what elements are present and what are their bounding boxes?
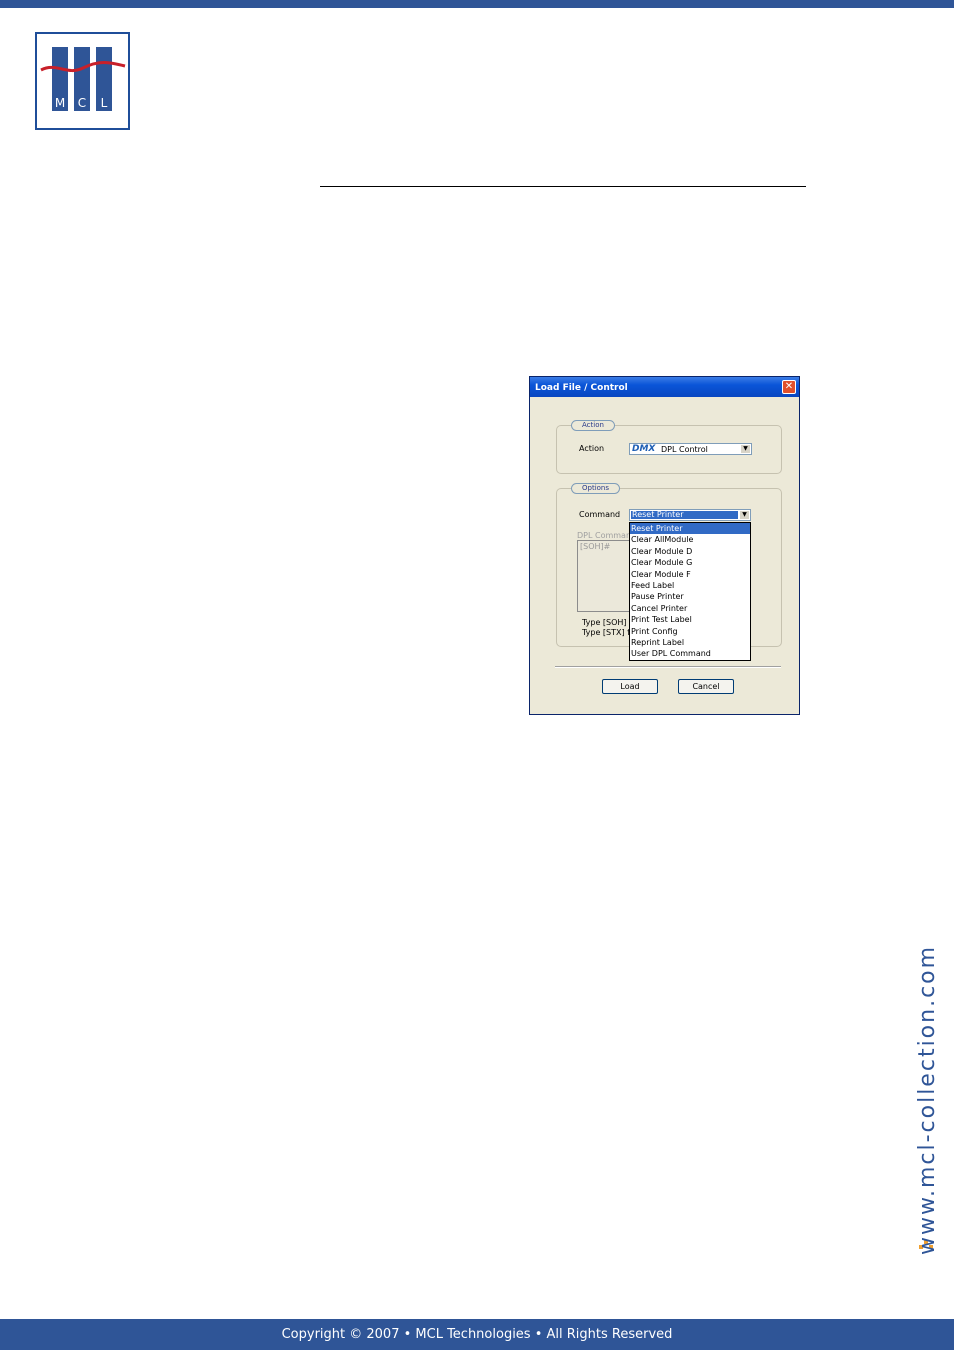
chevron-down-icon[interactable]: ▼ (741, 445, 750, 453)
dropdown-item[interactable]: Print Config (630, 626, 750, 637)
dropdown-item[interactable]: Feed Label (630, 580, 750, 591)
action-group-legend: Action (571, 420, 615, 431)
chevron-down-icon[interactable]: ▼ (740, 511, 749, 519)
mcl-logo: M C L TECHNOLOGIES (35, 32, 130, 130)
load-file-control-dialog: Load File / Control ✕ Action Action DMX … (529, 376, 800, 715)
svg-text:M: M (55, 96, 65, 110)
cancel-button[interactable]: Cancel (678, 679, 734, 694)
header-rule (320, 186, 806, 187)
dropdown-item[interactable]: Print Test Label (630, 614, 750, 625)
svg-text:TECHNOLOGIES: TECHNOLOGIES (50, 113, 114, 122)
dropdown-item[interactable]: User DPL Command (630, 648, 750, 659)
dropdown-item[interactable]: Reprint Label (630, 637, 750, 648)
footer-bar: Copyright © 2007 • MCL Technologies • Al… (0, 1319, 954, 1350)
hint-line-1: Type [SOH] f (582, 618, 632, 627)
action-group: Action Action DMX DPL Control ▼ (556, 420, 782, 474)
action-select[interactable]: DMX DPL Control ▼ (629, 443, 752, 455)
close-icon[interactable]: ✕ (782, 380, 796, 394)
command-dropdown-list: Reset Printer Clear AllModule Clear Modu… (629, 522, 751, 661)
dropdown-item[interactable]: Pause Printer (630, 591, 750, 602)
command-select-value: Reset Printer (631, 511, 738, 519)
dpl-command-value: [SOH]# (580, 542, 611, 551)
action-label: Action (579, 444, 605, 453)
dropdown-item[interactable]: Clear Module F (630, 569, 750, 580)
dialog-separator (555, 666, 781, 668)
command-label: Command (579, 510, 621, 519)
dropdown-item[interactable]: Cancel Printer (630, 603, 750, 614)
copyright-text: Copyright © 2007 • MCL Technologies • Al… (281, 1327, 673, 1342)
dropdown-item[interactable]: Reset Printer (630, 523, 750, 535)
dmx-logo-icon: DMX (632, 444, 656, 454)
options-group-legend: Options (571, 483, 621, 494)
svg-text:C: C (78, 96, 86, 110)
dialog-title: Load File / Control (535, 383, 628, 393)
hint-line-2: Type [STX] f (582, 628, 630, 637)
dpl-command-label: DPL Command (577, 531, 637, 540)
load-button[interactable]: Load (602, 679, 658, 694)
dropdown-item[interactable]: Clear AllModule (630, 534, 750, 545)
action-select-value: DPL Control (661, 445, 708, 454)
svg-text:L: L (101, 96, 108, 110)
command-select[interactable]: Reset Printer ▼ (629, 509, 751, 521)
dropdown-item[interactable]: Clear Module D (630, 546, 750, 557)
dpl-command-textarea[interactable]: [SOH]# (577, 540, 631, 612)
dialog-titlebar: Load File / Control ✕ (530, 377, 799, 397)
dropdown-item[interactable]: Clear Module G (630, 557, 750, 568)
top-accent-bar (0, 0, 954, 8)
side-url: www.mcl-collection.com (915, 944, 940, 1255)
